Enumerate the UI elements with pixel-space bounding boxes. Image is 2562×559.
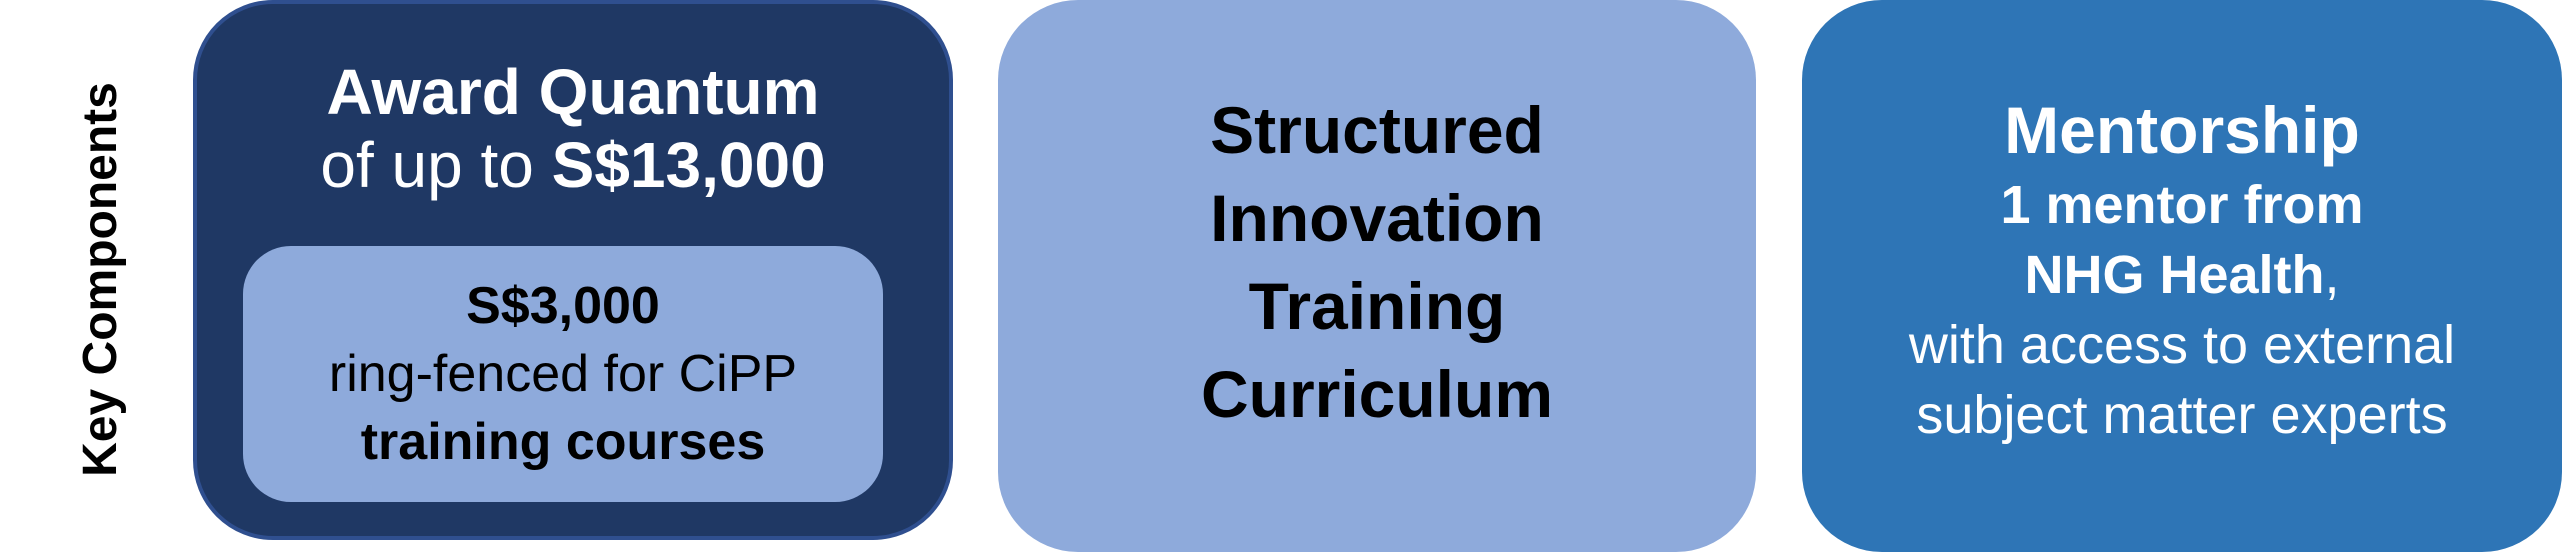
curriculum-box: Structured Innovation Training Curriculu… xyxy=(998,0,1756,552)
mentor-source-org: NHG Health xyxy=(2024,245,2325,305)
award-quantum-title: Award Quantum xyxy=(326,56,820,128)
curriculum-line: Training xyxy=(1248,269,1506,343)
curriculum-line: Innovation xyxy=(1210,181,1544,255)
curriculum-line: Curriculum xyxy=(1200,357,1554,431)
award-quantum-amount-line: of up to S$13,000 xyxy=(320,128,825,202)
mentorship-box: Mentorship 1 mentor from NHG Health, wit… xyxy=(1802,0,2562,552)
mentorship-title: Mentorship xyxy=(2004,93,2360,167)
award-quantum-prefix: of up to xyxy=(320,129,552,201)
key-components-label-container: Key Components xyxy=(0,0,200,559)
ring-fenced-amount: S$3,000 xyxy=(466,277,660,335)
award-quantum-box: Award Quantum of up to S$13,000 S$3,000 … xyxy=(193,0,953,540)
subject-experts-text: subject matter experts xyxy=(1916,385,2448,445)
key-components-label: Key Components xyxy=(73,82,127,477)
mentor-source-line: NHG Health, xyxy=(2024,240,2339,310)
ring-fenced-text: ring-fenced for CiPP xyxy=(328,345,798,403)
external-access-text: with access to external xyxy=(1908,315,2456,375)
ring-fenced-box: S$3,000 ring-fenced for CiPP training co… xyxy=(243,246,883,502)
mentor-count-text: 1 mentor from xyxy=(2000,175,2364,235)
curriculum-line: Structured xyxy=(1210,93,1544,167)
training-courses-text: training courses xyxy=(360,413,766,471)
award-quantum-amount: S$13,000 xyxy=(551,129,826,201)
mentor-source-suffix: , xyxy=(2324,245,2340,305)
